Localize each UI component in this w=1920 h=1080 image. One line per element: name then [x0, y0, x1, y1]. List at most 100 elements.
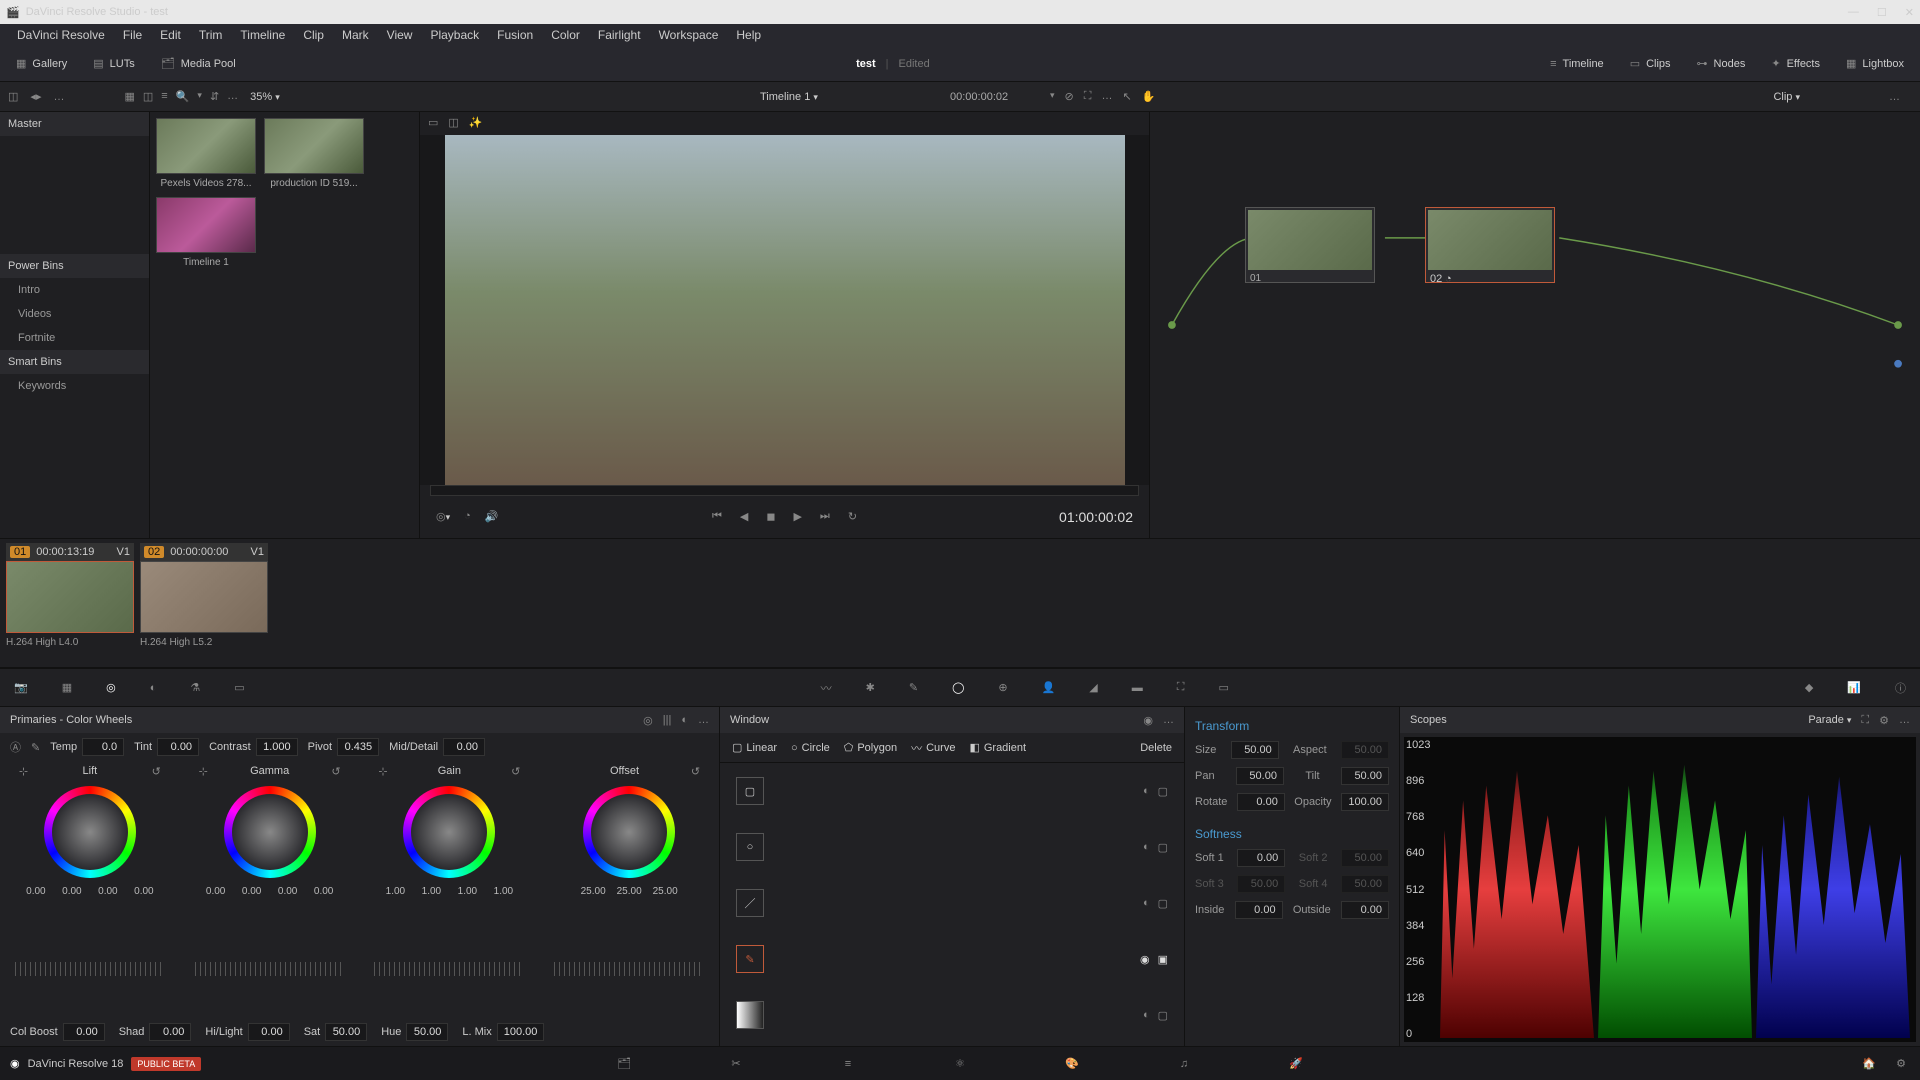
lmix-value[interactable]: 100.00: [497, 1023, 545, 1041]
strip-clip-2[interactable]: 0200:00:00:00V1 H.264 High L5.2: [140, 543, 268, 663]
log-mode-icon[interactable]: ◐: [681, 714, 688, 727]
smartbins-header[interactable]: Smart Bins: [0, 350, 149, 374]
stop-icon[interactable]: ◼: [766, 510, 775, 523]
mask-pen-icon[interactable]: ／: [736, 889, 764, 917]
nodes-options-icon[interactable]: …: [1889, 91, 1900, 103]
menu-help[interactable]: Help: [727, 28, 770, 42]
picker-a-icon[interactable]: Ⓐ: [10, 739, 21, 755]
inside-value[interactable]: 0.00: [1235, 901, 1283, 919]
mask-invert-icon[interactable]: ◐: [1143, 1009, 1150, 1022]
size-value[interactable]: 50.00: [1231, 741, 1279, 759]
clip-thumb-3[interactable]: Timeline 1: [156, 197, 256, 268]
tracker-icon[interactable]: ⊕: [998, 681, 1007, 694]
menu-trim[interactable]: Trim: [190, 28, 232, 42]
pointer-icon[interactable]: ↖: [1122, 90, 1131, 103]
menu-timeline[interactable]: Timeline: [231, 28, 294, 42]
node-01[interactable]: 01: [1245, 207, 1375, 283]
lift-reset-icon[interactable]: ↺: [152, 765, 161, 778]
page-fusion[interactable]: ⚛: [949, 1053, 971, 1075]
lift-wheel[interactable]: ⊹Lift↺ 0.000.000.000.00: [5, 765, 175, 954]
blur-icon[interactable]: ◢: [1089, 681, 1097, 694]
bars-mode-icon[interactable]: |||: [663, 714, 672, 727]
scopes-mode[interactable]: Parade ▾: [1808, 714, 1851, 726]
timeline-name[interactable]: Timeline 1 ▾: [760, 91, 818, 103]
mask-row-pen[interactable]: ／ ◐▢: [728, 883, 1176, 923]
gallery-button[interactable]: ▦Gallery: [10, 53, 73, 74]
contrast-value[interactable]: 1.000: [256, 738, 298, 756]
mask-row-circle[interactable]: ○ ◐▢: [728, 827, 1176, 867]
clips-button[interactable]: ▭Clips: [1624, 53, 1677, 74]
page-deliver[interactable]: 🚀: [1285, 1053, 1307, 1075]
nodes-panel[interactable]: 01 02 ◔: [1150, 112, 1920, 538]
menu-davinci[interactable]: DaVinci Resolve: [8, 28, 114, 42]
motion-icon[interactable]: ▭: [234, 681, 244, 694]
view-list-icon[interactable]: ≡: [161, 90, 167, 103]
sort-icon[interactable]: ⇵: [210, 90, 219, 103]
bin-videos[interactable]: Videos: [0, 302, 149, 326]
bin-intro[interactable]: Intro: [0, 278, 149, 302]
wheels-mode-icon[interactable]: ◎: [643, 714, 653, 727]
page-fairlight[interactable]: ♫: [1173, 1053, 1195, 1075]
minimize-button[interactable]: —: [1848, 6, 1859, 19]
mask-curve-button[interactable]: 〰Curve: [907, 737, 959, 759]
mask-invert-icon[interactable]: ◉: [1140, 953, 1150, 966]
primaries-icon[interactable]: ◎: [106, 681, 116, 694]
gain-wheel[interactable]: ⊹Gain↺ 1.001.001.001.00: [364, 765, 534, 954]
maximize-button[interactable]: ☐: [1877, 6, 1887, 19]
mask-invert-icon[interactable]: ◐: [1143, 841, 1150, 854]
zoom-level[interactable]: 35% ▾: [250, 91, 280, 103]
gamma-reset-icon[interactable]: ↺: [331, 765, 340, 778]
view-thumb-icon[interactable]: ◫: [143, 90, 153, 103]
window-preset-icon[interactable]: ◉: [1143, 714, 1153, 727]
curves-icon[interactable]: 〰: [821, 680, 832, 696]
expand-icon[interactable]: ⛶: [1084, 90, 1092, 103]
menu-fairlight[interactable]: Fairlight: [589, 28, 650, 42]
viewer-image[interactable]: [420, 135, 1149, 485]
page-color[interactable]: 🎨: [1061, 1053, 1083, 1075]
window-icon[interactable]: ◯: [952, 681, 964, 694]
header-timecode[interactable]: 00:00:00:02: [950, 91, 1008, 103]
master-bin[interactable]: Master: [0, 112, 149, 136]
home-icon[interactable]: 🏠: [1862, 1057, 1876, 1070]
options-icon[interactable]: …: [227, 90, 238, 103]
soft1-value[interactable]: 0.00: [1237, 849, 1285, 867]
aspect-value[interactable]: 50.00: [1341, 741, 1389, 759]
gain-picker-icon[interactable]: ⊹: [378, 765, 387, 778]
go-start-icon[interactable]: ⏮: [712, 510, 722, 523]
menu-clip[interactable]: Clip: [294, 28, 333, 42]
search-icon[interactable]: 🔍: [176, 90, 190, 103]
gamma-master[interactable]: [195, 962, 345, 976]
hand-icon[interactable]: ✋: [1142, 90, 1156, 103]
bin-fortnite[interactable]: Fortnite: [0, 326, 149, 350]
mask-polygon-button[interactable]: ⬠Polygon: [840, 738, 901, 757]
viewer-mode-1-icon[interactable]: ▭: [428, 116, 438, 131]
settings-icon[interactable]: ⚙: [1896, 1057, 1906, 1070]
tc-dropdown-icon[interactable]: ▾: [1050, 90, 1055, 103]
scopes-options-icon[interactable]: …: [1899, 714, 1910, 726]
bin-keywords[interactable]: Keywords: [0, 374, 149, 398]
key-icon[interactable]: ▬: [1132, 682, 1143, 694]
go-end-icon[interactable]: ⏭: [820, 510, 830, 523]
mask-curve-active-icon[interactable]: ✎: [736, 945, 764, 973]
gain-master[interactable]: [374, 962, 524, 976]
scopes-expand-icon[interactable]: ⛶: [1861, 714, 1869, 727]
sizing-icon[interactable]: ⛶: [1177, 681, 1185, 694]
menu-edit[interactable]: Edit: [151, 28, 190, 42]
mask-linear-icon[interactable]: ▢: [736, 777, 764, 805]
mask-invert-icon[interactable]: ◐: [1143, 897, 1150, 910]
lift-picker-icon[interactable]: ⊹: [19, 765, 28, 778]
view-grid-icon[interactable]: ▦: [124, 90, 134, 103]
gamma-picker-icon[interactable]: ⊹: [199, 765, 208, 778]
soft2-value[interactable]: 50.00: [1341, 849, 1389, 867]
magic-wand-icon[interactable]: ✨: [469, 116, 483, 131]
temp-value[interactable]: 0.0: [82, 738, 124, 756]
primaries-options-icon[interactable]: …: [698, 714, 709, 727]
mask-delete-button[interactable]: Delete: [1136, 739, 1176, 757]
scopes-toggle-icon[interactable]: 📊: [1847, 681, 1861, 694]
tint-value[interactable]: 0.00: [157, 738, 199, 756]
mask-circle-button[interactable]: ○Circle: [787, 739, 834, 757]
magic-mask-icon[interactable]: 👤: [1042, 681, 1056, 694]
menu-mark[interactable]: Mark: [333, 28, 378, 42]
mask-gradient-icon[interactable]: [736, 1001, 764, 1029]
more-icon[interactable]: …: [53, 91, 64, 103]
